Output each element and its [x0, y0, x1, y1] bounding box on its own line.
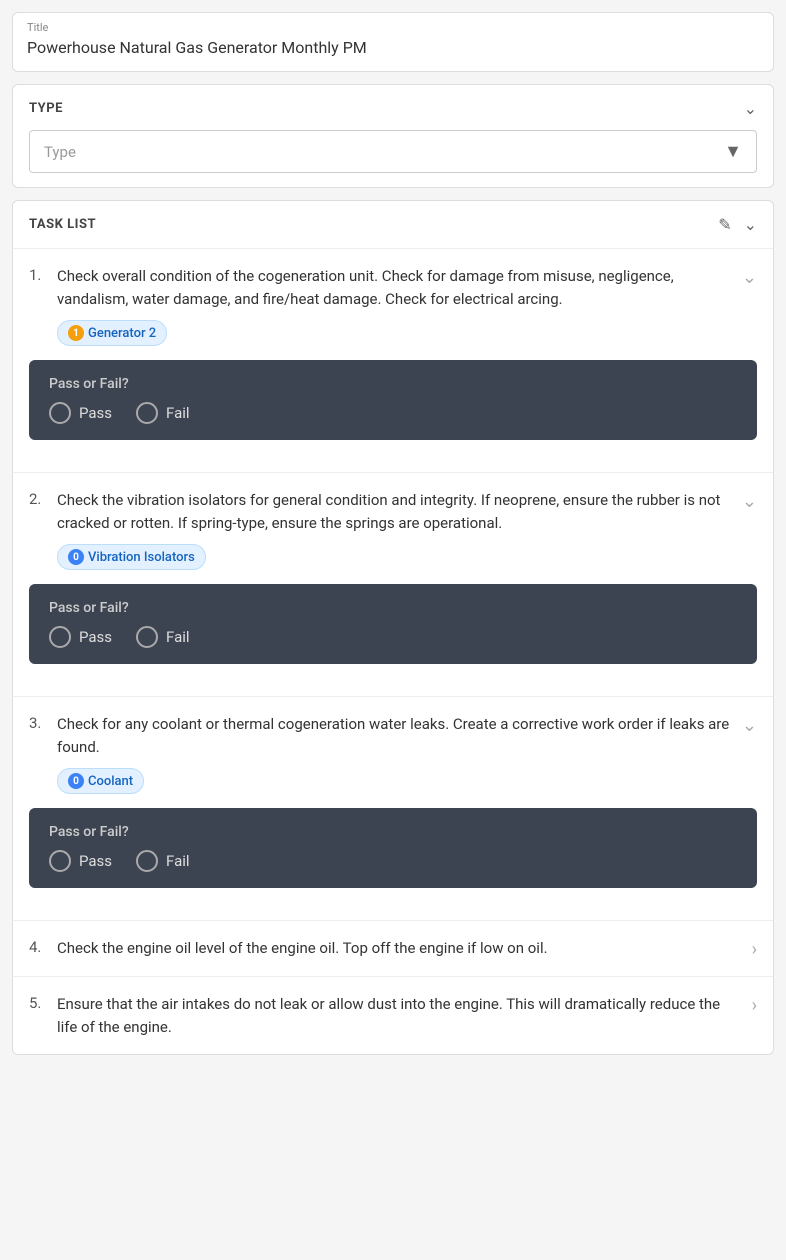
task-text-3: Check for any coolant or thermal cogener…: [57, 713, 734, 758]
tag-container-1: 1 Generator 2: [57, 320, 757, 346]
task-number-text-2: 2. Check the vibration isolators for gen…: [29, 489, 734, 534]
tag-generator2[interactable]: 1 Generator 2: [57, 320, 167, 346]
fail-radio-label-3: Fail: [166, 852, 190, 870]
tag-container-3: 0 Coolant: [57, 768, 757, 794]
edit-icon[interactable]: ✎: [718, 215, 731, 234]
tag-label-vibration: Vibration Isolators: [88, 550, 195, 565]
task-text-5: Ensure that the air intakes do not leak …: [57, 993, 744, 1038]
task-row-5: 5. Ensure that the air intakes do not le…: [29, 993, 757, 1038]
task-chevron-4[interactable]: ›: [752, 939, 757, 960]
pass-radio-label-2: Pass: [79, 628, 112, 646]
task-item-2: 2. Check the vibration isolators for gen…: [13, 473, 773, 697]
task-text-4: Check the engine oil level of the engine…: [57, 937, 744, 960]
type-chevron-icon[interactable]: ⌄: [744, 99, 757, 118]
pass-fail-options-2: Pass Fail: [49, 626, 737, 648]
page-container: Title Powerhouse Natural Gas Generator M…: [0, 0, 786, 1079]
task-chevron-5[interactable]: ›: [752, 995, 757, 1016]
task-item-5: 5. Ensure that the air intakes do not le…: [13, 977, 773, 1054]
task-text-2: Check the vibration isolators for genera…: [57, 489, 734, 534]
title-label: Title: [27, 21, 759, 34]
tag-icon-generator2: 1: [68, 325, 84, 341]
task-chevron-2[interactable]: ⌄: [742, 491, 757, 512]
fail-radio-label-2: Fail: [166, 628, 190, 646]
pass-fail-label-1: Pass or Fail?: [49, 376, 737, 392]
title-value: Powerhouse Natural Gas Generator Monthly…: [27, 38, 759, 57]
task-number-3: 3.: [29, 714, 49, 732]
task-item-4: 4. Check the engine oil level of the eng…: [13, 921, 773, 977]
task-item-3: 3. Check for any coolant or thermal coge…: [13, 697, 773, 921]
task-row-3: 3. Check for any coolant or thermal coge…: [29, 713, 757, 758]
tasklist-chevron-icon[interactable]: ⌄: [744, 215, 757, 234]
pass-radio-1[interactable]: Pass: [49, 402, 112, 424]
tasklist-icons: ✎ ⌄: [718, 215, 757, 234]
fail-radio-1[interactable]: Fail: [136, 402, 190, 424]
pass-radio-label-3: Pass: [79, 852, 112, 870]
type-dropdown-label: Type: [44, 143, 76, 161]
tag-coolant[interactable]: 0 Coolant: [57, 768, 144, 794]
tag-label-coolant: Coolant: [88, 774, 133, 789]
fail-radio-2[interactable]: Fail: [136, 626, 190, 648]
pass-fail-panel-3: Pass or Fail? Pass Fail: [29, 808, 757, 888]
fail-radio-circle-2: [136, 626, 158, 648]
pass-radio-3[interactable]: Pass: [49, 850, 112, 872]
type-section: TYPE ⌄ Type ▼: [12, 84, 774, 188]
fail-radio-label-1: Fail: [166, 404, 190, 422]
tag-icon-vibration: 0: [68, 549, 84, 565]
type-dropdown[interactable]: Type ▼: [29, 130, 757, 173]
pass-radio-circle-1: [49, 402, 71, 424]
task-row-1: 1. Check overall condition of the cogene…: [29, 265, 757, 310]
task-number-text-5: 5. Ensure that the air intakes do not le…: [29, 993, 744, 1038]
task-number-text-4: 4. Check the engine oil level of the eng…: [29, 937, 744, 960]
pass-radio-circle-2: [49, 626, 71, 648]
tag-icon-coolant: 0: [68, 773, 84, 789]
task-chevron-1[interactable]: ⌄: [742, 267, 757, 288]
tasklist-heading: TASK LIST: [29, 217, 96, 232]
task-number-5: 5.: [29, 994, 49, 1012]
type-header-row: TYPE ⌄: [29, 99, 757, 118]
pass-radio-circle-3: [49, 850, 71, 872]
fail-radio-3[interactable]: Fail: [136, 850, 190, 872]
dropdown-arrow-icon: ▼: [724, 141, 742, 162]
fail-radio-circle-3: [136, 850, 158, 872]
tasklist-header: TASK LIST ✎ ⌄: [13, 201, 773, 249]
task-number-text-3: 3. Check for any coolant or thermal coge…: [29, 713, 734, 758]
type-heading: TYPE: [29, 101, 63, 116]
pass-fail-label-2: Pass or Fail?: [49, 600, 737, 616]
tag-vibration[interactable]: 0 Vibration Isolators: [57, 544, 206, 570]
pass-fail-options-3: Pass Fail: [49, 850, 737, 872]
tag-label-generator2: Generator 2: [88, 326, 156, 341]
task-chevron-3[interactable]: ⌄: [742, 715, 757, 736]
pass-fail-options-1: Pass Fail: [49, 402, 737, 424]
task-row-4: 4. Check the engine oil level of the eng…: [29, 937, 757, 960]
task-item-1: 1. Check overall condition of the cogene…: [13, 249, 773, 473]
fail-radio-circle-1: [136, 402, 158, 424]
task-number-2: 2.: [29, 490, 49, 508]
pass-fail-panel-2: Pass or Fail? Pass Fail: [29, 584, 757, 664]
task-text-1: Check overall condition of the cogenerat…: [57, 265, 734, 310]
pass-radio-2[interactable]: Pass: [49, 626, 112, 648]
title-section: Title Powerhouse Natural Gas Generator M…: [12, 12, 774, 72]
task-row-2: 2. Check the vibration isolators for gen…: [29, 489, 757, 534]
task-number-text-1: 1. Check overall condition of the cogene…: [29, 265, 734, 310]
tasklist-section: TASK LIST ✎ ⌄ 1. Check overall condition…: [12, 200, 774, 1055]
task-number-4: 4.: [29, 938, 49, 956]
task-number-1: 1.: [29, 266, 49, 284]
pass-radio-label-1: Pass: [79, 404, 112, 422]
pass-fail-label-3: Pass or Fail?: [49, 824, 737, 840]
tag-container-2: 0 Vibration Isolators: [57, 544, 757, 570]
pass-fail-panel-1: Pass or Fail? Pass Fail: [29, 360, 757, 440]
